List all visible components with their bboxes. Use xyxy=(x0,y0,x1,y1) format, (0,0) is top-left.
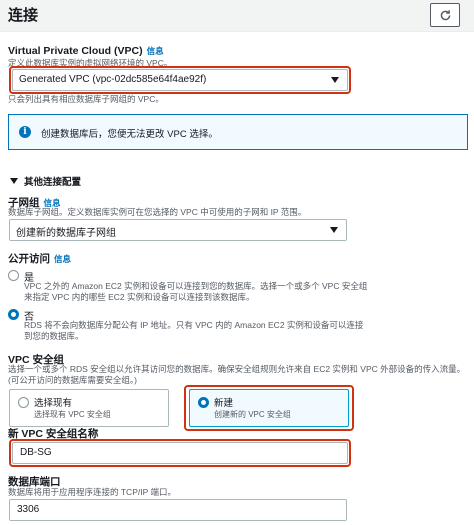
vpc-label-text: Virtual Private Cloud (VPC) xyxy=(8,45,143,57)
choose-existing-tile[interactable]: 选择现有 选择现有 VPC 安全组 xyxy=(9,389,169,427)
refresh-icon xyxy=(440,9,450,20)
subnet-group-description: 数据库子网组。定义数据库实例可在您选择的 VPC 中可使用的子网和 IP 范围。 xyxy=(8,207,307,217)
section-title: 连接 xyxy=(8,7,39,24)
public-access-yes-radio[interactable] xyxy=(8,270,19,281)
info-icon: i xyxy=(19,126,31,138)
subnet-group-select[interactable]: 创建新的数据库子网组 xyxy=(9,219,347,241)
port-description: 数据库将用于应用程序连接的 TCP/IP 端口。 xyxy=(8,487,176,497)
vpc-info-link[interactable]: 信息 xyxy=(147,46,164,56)
refresh-button[interactable] xyxy=(430,3,460,27)
public-access-no-description: RDS 将不会向数据库分配公有 IP 地址。只有 VPC 内的 Amazon E… xyxy=(24,320,364,341)
port-value: 3306 xyxy=(17,504,40,515)
public-access-yes-description: VPC 之外的 Amazon EC2 实例和设备可以连接到您的数据库。选择一个或… xyxy=(24,281,368,302)
additional-config-label: 其他连接配置 xyxy=(24,177,82,188)
caret-down-icon xyxy=(330,227,338,233)
choose-existing-description: 选择现有 VPC 安全组 xyxy=(34,410,111,419)
vpc-label: Virtual Private Cloud (VPC) 信息 xyxy=(8,45,164,57)
public-access-label-text: 公开访问 xyxy=(8,253,50,265)
create-new-highlight xyxy=(184,385,354,431)
caret-down-icon xyxy=(10,178,18,184)
new-sg-name-highlight xyxy=(9,439,351,467)
section-header: 连接 xyxy=(0,0,474,32)
public-access-no-radio[interactable] xyxy=(8,309,19,320)
choose-existing-label: 选择现有 xyxy=(34,398,73,409)
alert-text: 创建数据库后，您便无法更改 VPC 选择。 xyxy=(41,129,218,140)
public-access-info-link[interactable]: 信息 xyxy=(54,254,71,264)
public-access-label: 公开访问 信息 xyxy=(8,251,71,266)
choose-existing-radio[interactable] xyxy=(18,397,29,408)
additional-config-expander[interactable]: 其他连接配置 xyxy=(10,174,81,188)
info-alert: i 创建数据库后，您便无法更改 VPC 选择。 xyxy=(8,114,468,150)
security-group-description: 选择一个或多个 RDS 安全组以允许其访问您的数据库。确保安全组规则允许来自 E… xyxy=(8,364,466,385)
subnet-group-select-value: 创建新的数据库子网组 xyxy=(16,228,116,239)
vpc-hint: 只会列出具有相应数据库子网组的 VPC。 xyxy=(8,94,164,104)
port-input[interactable]: 3306 xyxy=(9,499,347,521)
vpc-highlight xyxy=(9,66,351,94)
